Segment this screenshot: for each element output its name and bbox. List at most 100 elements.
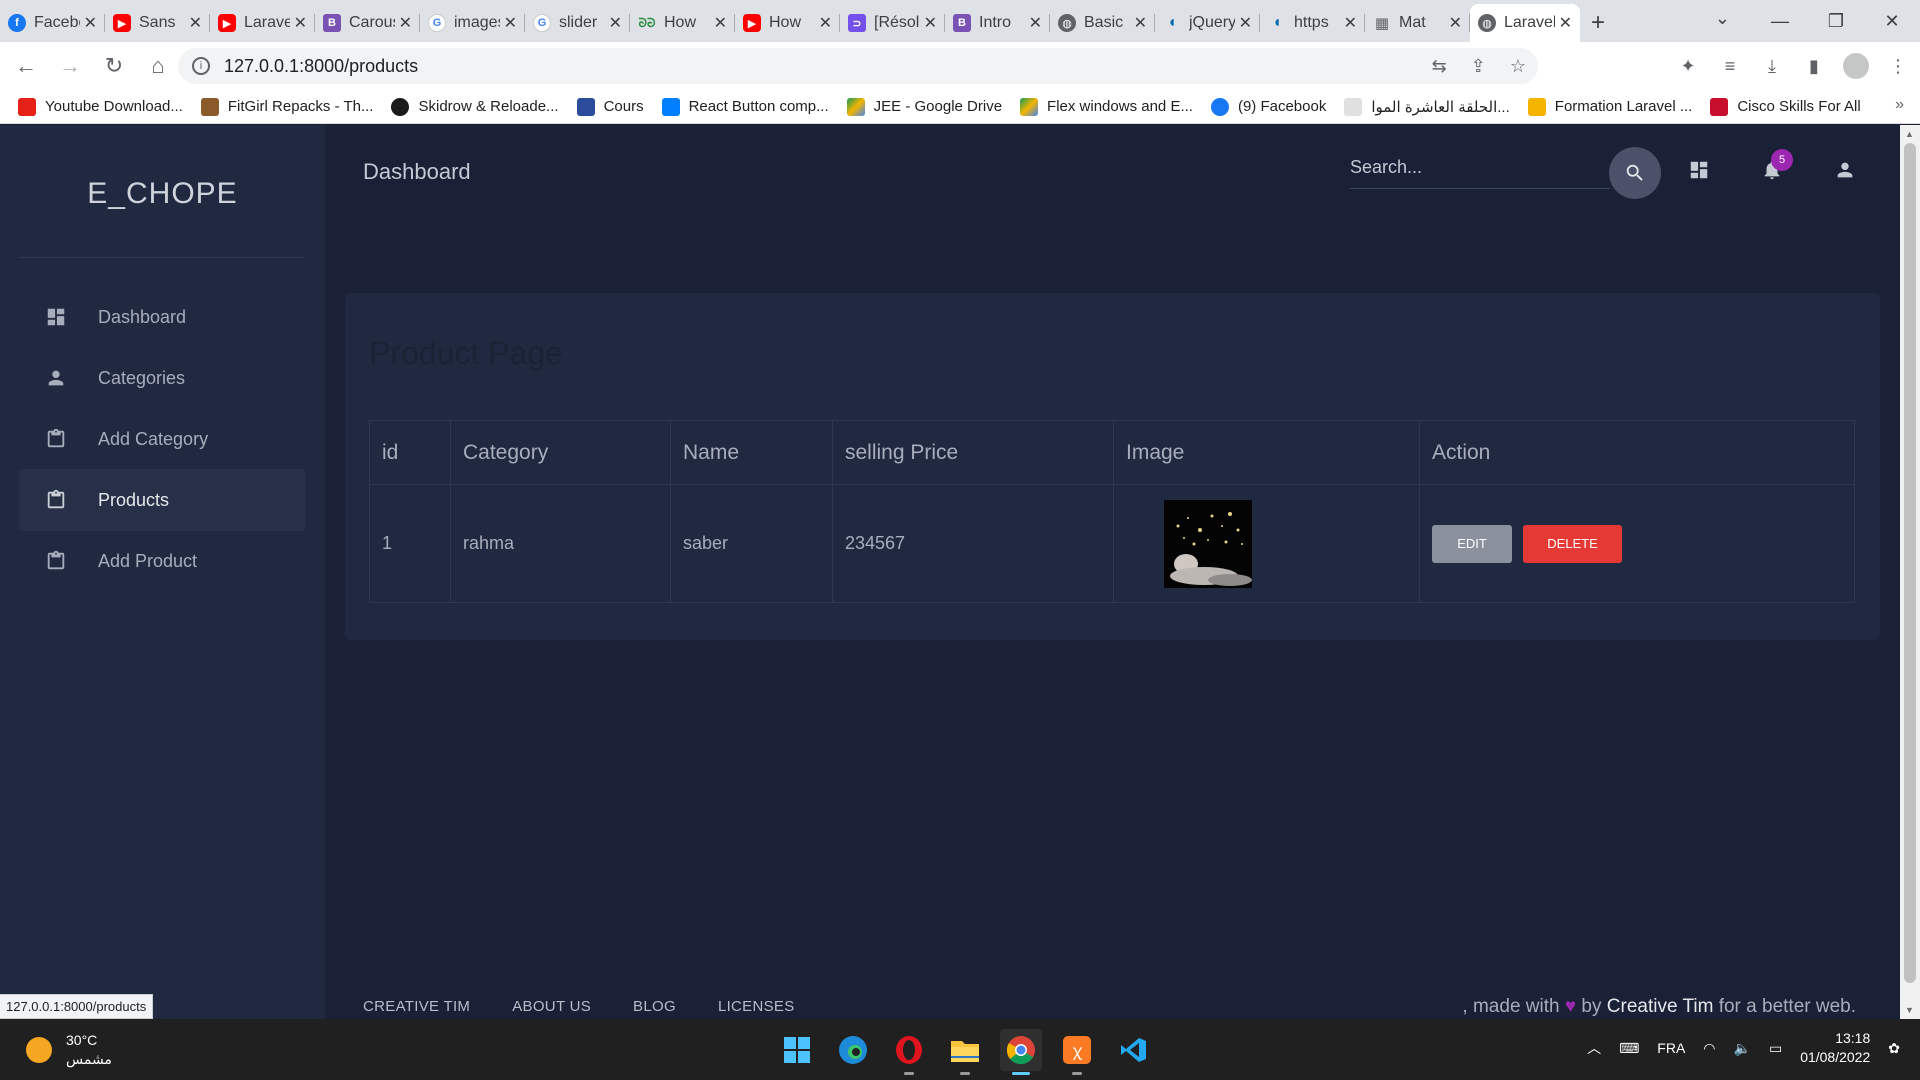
bookmark-item[interactable]: FitGirl Repacks - Th... (200, 97, 373, 116)
home-icon[interactable]: ⌂ (140, 48, 176, 84)
bookmark-item[interactable]: React Button comp... (661, 97, 829, 116)
close-icon[interactable]: ✕ (1449, 13, 1462, 33)
weather-widget[interactable]: 30°C مشمس (26, 1031, 112, 1069)
clock[interactable]: 13:18 01/08/2022 (1800, 1029, 1870, 1067)
tab-youtube-how[interactable]: ▶ How ✕ (735, 4, 840, 42)
tab-laravel-active[interactable]: ◍ Laravel ✕ (1470, 4, 1580, 42)
new-tab-button[interactable]: + (1580, 4, 1616, 42)
minimize-icon[interactable]: — (1752, 0, 1808, 42)
download-icon[interactable]: ⤓ (1756, 48, 1788, 84)
tab-openclassrooms[interactable]: ⊃ [Résolu]✕ (840, 4, 945, 42)
close-icon[interactable]: ✕ (819, 13, 832, 33)
bookmark-item[interactable]: (9) Facebook (1210, 97, 1326, 116)
tab-google-slider[interactable]: Gslider ✕ (525, 4, 630, 42)
bookmark-item[interactable]: Youtube Download... (18, 97, 183, 116)
back-icon[interactable]: ← (8, 48, 44, 84)
footer-link-creative-tim[interactable]: CREATIVE TIM (363, 998, 470, 1015)
bookmark-item[interactable]: Skidrow & Reloade... (391, 97, 559, 116)
dashboard-icon[interactable] (1684, 155, 1714, 185)
search-input[interactable] (1350, 147, 1610, 188)
show-hidden-icons-icon[interactable]: ︿ (1587, 1038, 1601, 1058)
footer-link-licenses[interactable]: LICENSES (718, 998, 795, 1015)
bookmark-item[interactable]: JEE - Google Drive (846, 97, 1002, 116)
reload-icon[interactable]: ↻ (96, 48, 132, 84)
address-url[interactable]: 127.0.0.1:8000/products (224, 56, 418, 77)
side-panel-icon[interactable]: ▮ (1798, 48, 1830, 84)
close-icon[interactable]: ✕ (504, 13, 517, 33)
menu-kebab-icon[interactable]: ⋮ (1882, 48, 1914, 84)
opera-icon[interactable] (888, 1029, 930, 1075)
close-icon[interactable]: ✕ (189, 13, 202, 33)
close-icon[interactable]: ✕ (1239, 13, 1252, 33)
extensions-icon[interactable]: ✦ (1672, 48, 1704, 84)
copyright-author-link[interactable]: Creative Tim (1607, 996, 1714, 1017)
keyboard-icon[interactable]: ⌨ (1619, 1040, 1639, 1057)
bookmark-item[interactable]: الحلقة العاشرة الموا... (1344, 97, 1510, 116)
tab-google-images[interactable]: Gimages✕ (420, 4, 525, 42)
footer-link-about-us[interactable]: ABOUT US (512, 998, 591, 1015)
scroll-up-icon[interactable]: ▲ (1905, 129, 1914, 139)
scrollbar-thumb[interactable] (1904, 143, 1916, 983)
tab-material[interactable]: ▦ Mat ✕ (1365, 4, 1470, 42)
xampp-icon[interactable]: ꭓ (1056, 1029, 1098, 1075)
battery-icon[interactable]: ▭ (1769, 1040, 1782, 1057)
sidebar-item-add-product[interactable]: Add Product (19, 530, 306, 592)
close-window-icon[interactable]: ✕ (1864, 0, 1920, 42)
edge-icon[interactable] (832, 1029, 874, 1071)
restore-icon[interactable]: ❐ (1808, 0, 1864, 42)
file-explorer-icon[interactable] (944, 1029, 986, 1075)
tab-basic[interactable]: ◍ Basic ✕ (1050, 4, 1155, 42)
close-icon[interactable]: ✕ (714, 13, 727, 33)
page-title[interactable]: Dashboard (363, 159, 471, 185)
bookmark-item[interactable]: Cours (576, 97, 644, 116)
tab-youtube-laravel[interactable]: ▶ Laravel✕ (210, 4, 315, 42)
bookmark-item[interactable]: Cisco Skills For All (1710, 97, 1861, 116)
tab-geeksforgeeks[interactable]: ᘐᘒ How ✕ (630, 4, 735, 42)
close-icon[interactable]: ✕ (1029, 13, 1042, 33)
close-icon[interactable]: ✕ (294, 13, 307, 33)
sidebar-item-dashboard[interactable]: Dashboard (19, 286, 306, 348)
close-icon[interactable]: ✕ (84, 13, 97, 33)
delete-button[interactable]: DELETE (1523, 524, 1623, 563)
language-indicator[interactable]: FRA (1657, 1040, 1685, 1056)
vscode-icon[interactable] (1112, 1029, 1154, 1071)
profile-avatar[interactable] (1840, 48, 1872, 84)
tab-youtube-sans[interactable]: ▶ Sans ✕ (105, 4, 210, 42)
notification-center-icon[interactable]: ✿ (1888, 1040, 1900, 1057)
site-info-icon[interactable]: i (192, 57, 210, 75)
translate-icon[interactable]: ⇆ (1432, 56, 1447, 77)
tab-facebook[interactable]: f Facebook✕ (0, 4, 105, 42)
tab-bootstrap-intro[interactable]: B Intro ✕ (945, 4, 1050, 42)
address-bar[interactable]: i 127.0.0.1:8000/products ⇆ ⇪ ☆ (178, 48, 1538, 84)
wifi-icon[interactable]: ◠ (1703, 1040, 1715, 1057)
brand-logo[interactable]: E_CHOPE (0, 177, 325, 211)
page-scrollbar[interactable]: ▲ ▼ (1900, 125, 1920, 1019)
sidebar-item-add-category[interactable]: Add Category (19, 408, 306, 470)
windows-start-icon[interactable] (776, 1029, 818, 1071)
search-button[interactable] (1609, 147, 1661, 199)
close-icon[interactable]: ✕ (1134, 13, 1147, 33)
share-icon[interactable]: ⇪ (1471, 56, 1486, 77)
sidebar-item-categories[interactable]: Categories (19, 347, 306, 409)
bookmark-item[interactable]: Formation Laravel ... (1527, 97, 1692, 116)
edit-button[interactable]: EDIT (1432, 524, 1512, 563)
bookmark-star-icon[interactable]: ☆ (1510, 56, 1526, 77)
close-icon[interactable]: ✕ (609, 13, 622, 33)
bookmark-item[interactable]: Flex windows and E... (1020, 97, 1193, 116)
scroll-down-icon[interactable]: ▼ (1905, 1005, 1914, 1015)
tab-jquery[interactable]: ◖ jQuery ✕ (1155, 4, 1260, 42)
chrome-icon[interactable] (1000, 1029, 1042, 1075)
media-control-icon[interactable]: ≡ (1714, 48, 1746, 84)
forward-icon[interactable]: → (52, 48, 88, 84)
sidebar-item-products[interactable]: Products (19, 469, 306, 531)
tab-jquery-https[interactable]: ◖ https ✕ (1260, 4, 1365, 42)
tab-bootstrap-carousel[interactable]: B Carousel✕ (315, 4, 420, 42)
user-account-icon[interactable] (1830, 155, 1860, 185)
volume-icon[interactable]: 🔈 (1734, 1040, 1751, 1057)
close-icon[interactable]: ✕ (399, 13, 412, 33)
footer-link-blog[interactable]: BLOG (633, 998, 676, 1015)
tab-search-chevron-icon[interactable]: ⌄ (1715, 8, 1730, 29)
more-bookmarks-icon[interactable]: » (1895, 96, 1904, 114)
close-icon[interactable]: ✕ (1344, 13, 1357, 33)
close-icon[interactable]: ✕ (924, 13, 937, 33)
